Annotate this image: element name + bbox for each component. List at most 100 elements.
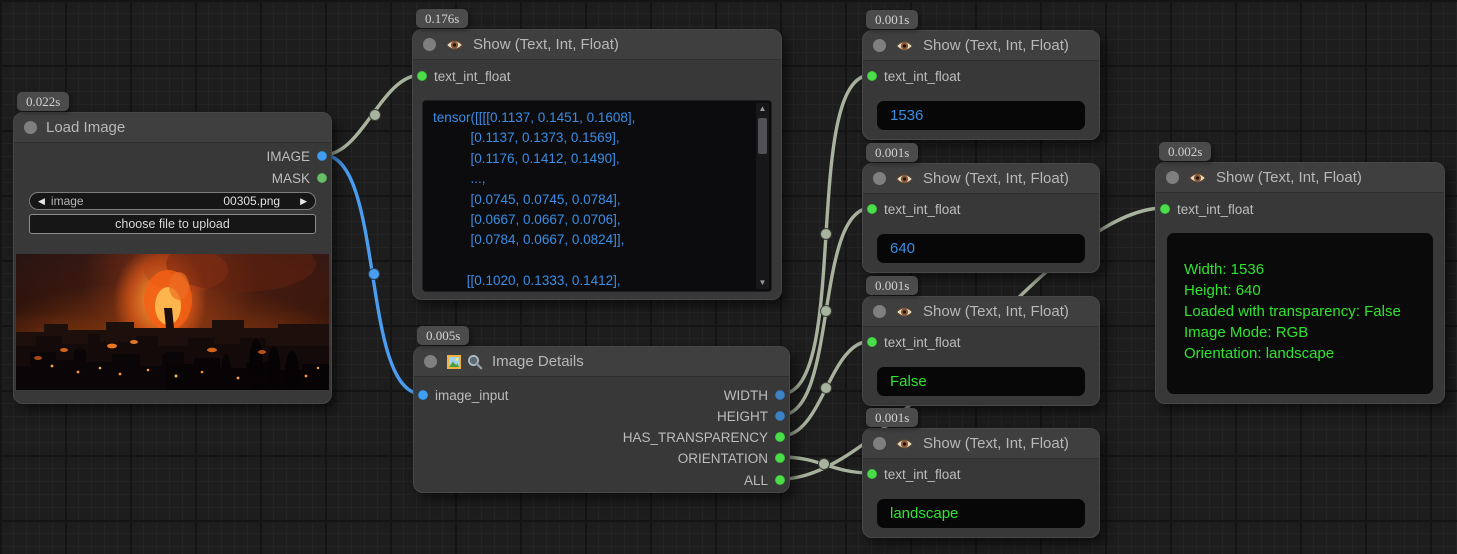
scrollbar-thumb[interactable] [758,118,767,154]
input-dot[interactable] [867,204,877,214]
output-label: ALL [744,473,768,488]
magnifier-icon [467,354,483,370]
execution-time-badge: 0.005s [417,326,469,345]
node-graph-canvas[interactable]: 0.022s Load Image IMAGE MASK ◀ image 003… [0,0,1457,554]
detail-line: Width: 1536 [1184,259,1433,280]
node-title: Show (Text, Int, Float) [923,303,1069,320]
input-label: text_int_float [884,69,961,84]
input-slot-text-int-float[interactable]: text_int_float [867,199,961,219]
collapse-dot[interactable] [873,437,886,450]
details-text-display[interactable]: Width: 1536 Height: 640 Loaded with tran… [1167,233,1433,394]
value-display[interactable]: False [877,367,1085,396]
input-dot[interactable] [418,390,428,400]
collapse-dot[interactable] [873,172,886,185]
output-dot-image[interactable] [317,151,327,161]
tensor-text: tensor([[[[0.1137, 0.1451, 0.1608], [0.1… [433,108,747,292]
node-show-height[interactable]: 0.001s Show (Text, Int, Float) text_int_… [862,163,1100,273]
output-slot-all[interactable]: ALL [744,470,785,490]
link-midpoint-dot[interactable] [370,110,381,121]
output-label: ORIENTATION [678,451,768,466]
node-image-details[interactable]: 0.005s Image Details image_input WIDTH H… [413,346,790,493]
scroll-up-icon[interactable]: ▲ [759,103,767,115]
link-midpoint-dot[interactable] [821,229,832,240]
execution-time-badge: 0.022s [17,92,69,111]
execution-time-badge: 0.176s [416,9,468,28]
node-show-transparency[interactable]: 0.001s Show (Text, Int, Float) text_int_… [862,296,1100,406]
input-dot[interactable] [867,71,877,81]
combo-next-icon[interactable]: ▶ [300,197,307,206]
collapse-dot[interactable] [873,305,886,318]
scroll-down-icon[interactable]: ▼ [759,277,767,289]
execution-time-badge: 0.001s [866,276,918,295]
node-titlebar[interactable]: Show (Text, Int, Float) [863,164,1099,194]
output-slot-mask[interactable]: MASK [272,168,327,188]
textarea-scrollbar[interactable]: ▲ ▼ [756,103,769,289]
input-slot-image-input[interactable]: image_input [418,385,509,405]
tensor-output-textarea[interactable]: tensor([[[[0.1137, 0.1451, 0.1608], [0.1… [422,100,772,292]
choose-file-button[interactable]: choose file to upload [29,214,316,234]
link-midpoint-dot[interactable] [369,269,380,280]
value-display[interactable]: 640 [877,234,1085,263]
input-dot[interactable] [1160,204,1170,214]
output-dot[interactable] [775,475,785,485]
combo-value: 00305.png [223,194,280,208]
input-slot-text-int-float[interactable]: text_int_float [417,66,511,86]
output-slot-width[interactable]: WIDTH [724,385,785,405]
collapse-dot[interactable] [423,38,436,51]
node-titlebar[interactable]: Show (Text, Int, Float) [863,297,1099,327]
input-slot-text-int-float[interactable]: text_int_float [867,464,961,484]
input-label: text_int_float [884,202,961,217]
combo-label: image [51,194,84,208]
burning-city-illustration [16,254,329,390]
node-titlebar[interactable]: Show (Text, Int, Float) [1156,163,1444,193]
node-show-tensor[interactable]: 0.176s Show (Text, Int, Float) text_int_… [412,29,782,300]
node-show-orientation[interactable]: 0.001s Show (Text, Int, Float) text_int_… [862,428,1100,538]
input-slot-text-int-float[interactable]: text_int_float [867,66,961,86]
input-dot[interactable] [417,71,427,81]
input-dot[interactable] [867,337,877,347]
input-dot[interactable] [867,469,877,479]
link-midpoint-dot[interactable] [821,383,832,394]
node-title: Show (Text, Int, Float) [1216,169,1362,186]
output-slot-has-transparency[interactable]: HAS_TRANSPARENCY [623,427,785,447]
node-titlebar[interactable]: Show (Text, Int, Float) [413,30,781,60]
output-slot-orientation[interactable]: ORIENTATION [678,448,785,468]
node-titlebar[interactable]: Image Details [414,347,789,377]
node-titlebar[interactable]: Show (Text, Int, Float) [863,429,1099,459]
image-file-combo[interactable]: ◀ image 00305.png ▶ [29,192,316,210]
output-dot-mask[interactable] [317,173,327,183]
output-label: IMAGE [266,149,310,164]
node-title: Show (Text, Int, Float) [923,435,1069,452]
input-label: text_int_float [884,467,961,482]
execution-time-badge: 0.001s [866,143,918,162]
node-title: Show (Text, Int, Float) [923,37,1069,54]
output-dot[interactable] [775,453,785,463]
detail-line: Height: 640 [1184,280,1433,301]
collapse-dot[interactable] [424,355,437,368]
output-label: MASK [272,171,310,186]
output-dot[interactable] [775,432,785,442]
node-titlebar[interactable]: Load Image [14,113,331,143]
output-slot-height[interactable]: HEIGHT [717,406,785,426]
execution-time-badge: 0.001s [866,408,918,427]
output-dot[interactable] [775,390,785,400]
input-slot-text-int-float[interactable]: text_int_float [867,332,961,352]
node-title: Image Details [492,353,584,370]
node-show-all[interactable]: 0.002s Show (Text, Int, Float) text_int_… [1155,162,1445,404]
node-load-image[interactable]: 0.022s Load Image IMAGE MASK ◀ image 003… [13,112,332,404]
output-label: WIDTH [724,388,768,403]
node-show-width[interactable]: 0.001s Show (Text, Int, Float) text_int_… [862,30,1100,140]
value-display[interactable]: 1536 [877,101,1085,130]
collapse-dot[interactable] [24,121,37,134]
link-midpoint-dot[interactable] [821,306,832,317]
link-midpoint-dot[interactable] [819,459,830,470]
node-title: Show (Text, Int, Float) [473,36,619,53]
output-dot[interactable] [775,411,785,421]
output-slot-image[interactable]: IMAGE [266,146,327,166]
collapse-dot[interactable] [1166,171,1179,184]
node-titlebar[interactable]: Show (Text, Int, Float) [863,31,1099,61]
input-slot-text-int-float[interactable]: text_int_float [1160,199,1254,219]
value-display[interactable]: landscape [877,499,1085,528]
combo-prev-icon[interactable]: ◀ [38,197,45,206]
collapse-dot[interactable] [873,39,886,52]
